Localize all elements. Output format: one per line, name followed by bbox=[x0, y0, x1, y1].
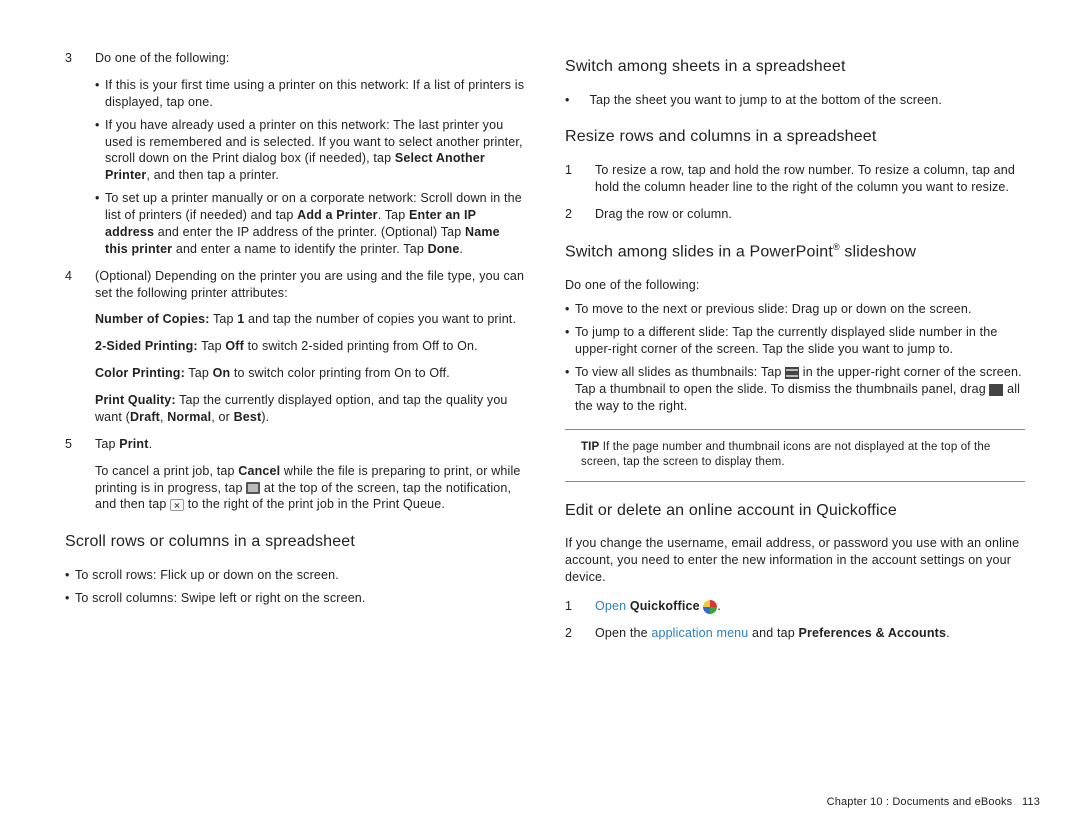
step-number: 2 bbox=[565, 625, 595, 642]
heading-slides: Switch among slides in a PowerPoint® sli… bbox=[565, 241, 1025, 263]
resize-step-1: 1 To resize a row, tap and hold the row … bbox=[565, 162, 1025, 196]
heading-switch-sheets: Switch among sheets in a spreadsheet bbox=[565, 56, 1025, 78]
attr-2sided: 2-Sided Printing: Tap Off to switch 2-si… bbox=[95, 338, 525, 355]
step-body: (Optional) Depending on the printer you … bbox=[95, 268, 525, 302]
step-4: 4 (Optional) Depending on the printer yo… bbox=[65, 268, 525, 302]
attr-copies: Number of Copies: Tap 1 and tap the numb… bbox=[95, 311, 525, 328]
resize-step-2: 2 Drag the row or column. bbox=[565, 206, 1025, 223]
step-body: Open the application menu and tap Prefer… bbox=[595, 625, 1025, 642]
list-item: If you have already used a printer on th… bbox=[95, 117, 525, 185]
heading-edit-account: Edit or delete an online account in Quic… bbox=[565, 500, 1025, 522]
step-body: Tap Print. bbox=[95, 436, 525, 453]
list-item: To set up a printer manually or on a cor… bbox=[95, 190, 525, 258]
step-3-options: If this is your first time using a print… bbox=[95, 77, 525, 258]
quickoffice-icon bbox=[703, 600, 717, 614]
page-footer: Chapter 10 : Documents and eBooks 113 bbox=[827, 796, 1040, 808]
print-icon bbox=[246, 482, 260, 494]
step-3: 3 Do one of the following: bbox=[65, 50, 525, 67]
step-number: 5 bbox=[65, 436, 95, 453]
step-number: 1 bbox=[565, 162, 595, 196]
app-menu-link[interactable]: application menu bbox=[651, 626, 748, 640]
list-item: Tap the sheet you want to jump to at the… bbox=[565, 92, 1025, 109]
scroll-bullets: To scroll rows: Flick up or down on the … bbox=[65, 567, 525, 607]
left-column: 3 Do one of the following: If this is yo… bbox=[65, 50, 525, 652]
heading-resize: Resize rows and columns in a spreadsheet bbox=[565, 126, 1025, 148]
close-icon bbox=[170, 499, 184, 511]
open-link[interactable]: Open bbox=[595, 599, 626, 613]
thumbnails-icon bbox=[785, 367, 799, 379]
list-item: If this is your first time using a print… bbox=[95, 77, 525, 111]
step-body: Do one of the following: bbox=[95, 50, 525, 67]
slides-bullets: To move to the next or previous slide: D… bbox=[565, 301, 1025, 414]
step-number: 1 bbox=[565, 598, 595, 615]
edit-step-2: 2 Open the application menu and tap Pref… bbox=[565, 625, 1025, 642]
step-body: To resize a row, tap and hold the row nu… bbox=[595, 162, 1025, 196]
chapter-label: Chapter 10 : Documents and eBooks bbox=[827, 796, 1013, 808]
list-item: To move to the next or previous slide: D… bbox=[565, 301, 1025, 318]
page-number: 113 bbox=[1022, 796, 1040, 808]
heading-scroll: Scroll rows or columns in a spreadsheet bbox=[65, 531, 525, 553]
step-5: 5 Tap Print. bbox=[65, 436, 525, 453]
tip-body: If the page number and thumbnail icons a… bbox=[581, 441, 991, 469]
list-item: To jump to a different slide: Tap the cu… bbox=[565, 324, 1025, 358]
list-item: To scroll columns: Swipe left or right o… bbox=[65, 590, 525, 607]
step-body: Drag the row or column. bbox=[595, 206, 1025, 223]
switch-bullets: Tap the sheet you want to jump to at the… bbox=[565, 92, 1025, 109]
cancel-para: To cancel a print job, tap Cancel while … bbox=[95, 463, 525, 514]
step-body: Open Quickoffice . bbox=[595, 598, 1025, 615]
attr-quality: Print Quality: Tap the currently display… bbox=[95, 392, 525, 426]
right-column: Switch among sheets in a spreadsheet Tap… bbox=[565, 50, 1025, 652]
list-item: To scroll rows: Flick up or down on the … bbox=[65, 567, 525, 584]
drag-handle-icon bbox=[989, 384, 1003, 396]
tip-label: TIP bbox=[581, 441, 599, 453]
step-number: 3 bbox=[65, 50, 95, 67]
registered-mark: ® bbox=[833, 242, 840, 252]
list-item: To view all slides as thumbnails: Tap in… bbox=[565, 364, 1025, 415]
attr-color: Color Printing: Tap On to switch color p… bbox=[95, 365, 525, 382]
edit-para: If you change the username, email addres… bbox=[565, 535, 1025, 586]
tip-box: TIP If the page number and thumbnail ico… bbox=[565, 429, 1025, 482]
edit-step-1: 1 Open Quickoffice . bbox=[565, 598, 1025, 615]
step-number: 4 bbox=[65, 268, 95, 302]
step-number: 2 bbox=[565, 206, 595, 223]
slides-lead: Do one of the following: bbox=[565, 277, 1025, 294]
